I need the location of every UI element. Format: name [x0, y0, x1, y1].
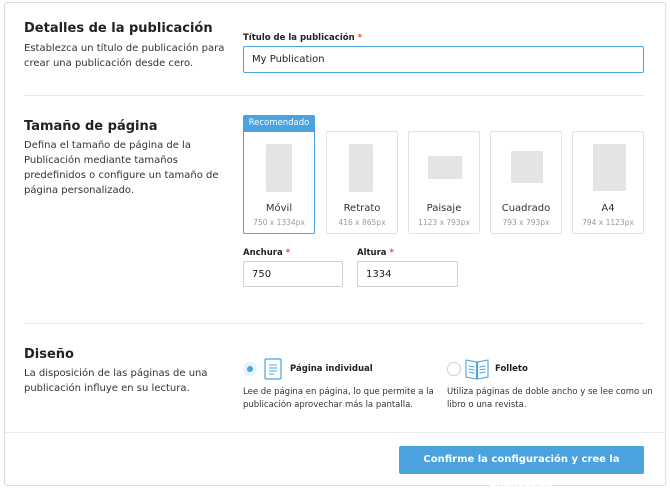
page-size-card-movil[interactable]: Móvil 750 x 1334px — [243, 131, 315, 234]
single-page-option-description: Lee de página en página, lo que permite … — [243, 387, 434, 410]
width-label: Anchura * — [243, 248, 291, 258]
height-label: Altura * — [357, 248, 394, 258]
portrait-page-icon — [349, 144, 373, 192]
page-size-section-description: Defina el tamaño de página de la Publica… — [24, 140, 219, 196]
width-input[interactable] — [243, 261, 343, 287]
portrait-page-icon — [266, 144, 292, 192]
details-section-description: Establezca un título de publicación para… — [24, 43, 225, 69]
publication-title-label: Título de la publicación * — [243, 33, 363, 43]
page-size-name: Retrato — [343, 203, 381, 214]
page-size-dimensions: 416 x 865px — [338, 218, 386, 227]
booklet-option-title: Folleto — [495, 364, 528, 374]
page-size-dimensions: 793 x 793px — [502, 218, 550, 227]
single-page-option-title: Página individual — [290, 364, 373, 374]
page-size-card-cuadrado[interactable]: Cuadrado 793 x 793px — [490, 131, 562, 234]
booklet-option-description: Utiliza páginas de doble ancho y se lee … — [447, 387, 653, 410]
publication-title-input[interactable] — [243, 46, 644, 73]
footer-divider — [5, 432, 665, 433]
page-size-name: Cuadrado — [501, 203, 551, 214]
square-page-icon — [511, 151, 543, 183]
booklet-radio[interactable] — [447, 362, 461, 376]
height-input[interactable] — [357, 261, 458, 287]
single-page-icon — [264, 358, 282, 380]
page-size-section-title: Tamaño de página — [24, 119, 158, 134]
a4-page-icon — [593, 144, 626, 191]
recommended-badge: Recomendado — [243, 115, 315, 132]
page-size-name: A4 — [601, 203, 615, 214]
page-size-card-paisaje[interactable]: Paisaje 1123 x 793px — [408, 131, 480, 234]
layout-section-title: Diseño — [24, 347, 74, 362]
page-size-name: Móvil — [265, 203, 293, 214]
publication-setup-panel — [4, 2, 666, 486]
page-size-dimensions: 750 x 1334px — [253, 218, 305, 227]
section-divider — [24, 323, 644, 324]
page-size-card-a4[interactable]: A4 794 x 1123px — [572, 131, 644, 234]
page-size-name: Paisaje — [426, 203, 462, 214]
page-size-dimensions: 794 x 1123px — [582, 218, 634, 227]
page-size-card-retrato[interactable]: Retrato 416 x 865px — [326, 131, 398, 234]
page-size-dimensions: 1123 x 793px — [418, 218, 470, 227]
layout-section-description: La disposición de las páginas de una pub… — [24, 368, 208, 394]
booklet-icon — [465, 359, 489, 380]
section-divider — [24, 95, 644, 96]
confirm-create-publication-button[interactable]: Confirme la configuración y cree la publ… — [399, 446, 644, 488]
details-section-title: Detalles de la publicación — [24, 21, 213, 36]
single-page-radio[interactable] — [243, 362, 257, 376]
landscape-page-icon — [428, 156, 462, 179]
